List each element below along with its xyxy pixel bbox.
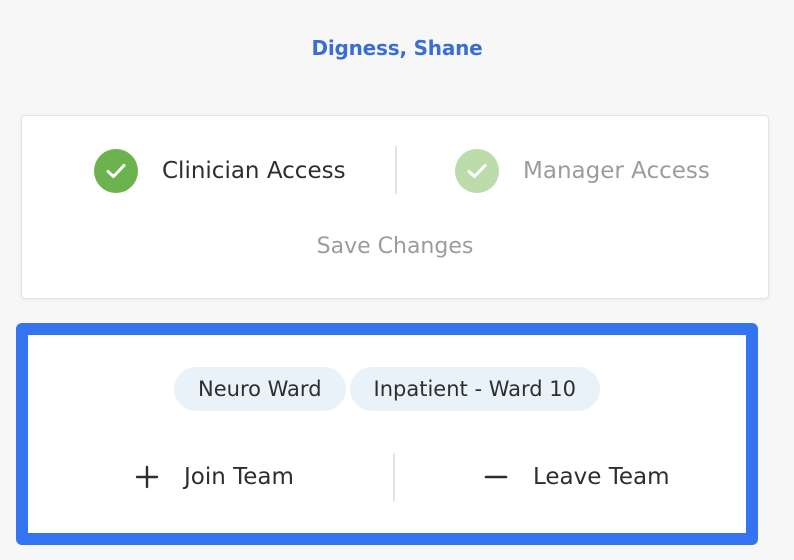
manager-access-toggle[interactable]: Manager Access — [455, 146, 710, 196]
join-team-button[interactable]: Join Team — [134, 452, 294, 502]
manager-check-icon[interactable] — [455, 149, 499, 193]
clinician-access-label: Clinician Access — [162, 158, 346, 184]
leave-team-button[interactable]: Leave Team — [483, 452, 670, 502]
team-actions-row: Join Team Leave Team — [28, 452, 746, 502]
page: Digness, Shane Clinician Access Manager — [0, 0, 794, 560]
plus-icon — [134, 464, 160, 490]
minus-icon — [483, 464, 509, 490]
access-divider — [395, 146, 397, 194]
access-options-row: Clinician Access Manager Access — [22, 146, 768, 196]
join-team-label: Join Team — [184, 464, 294, 490]
user-name-link[interactable]: Digness, Shane — [0, 36, 794, 60]
manager-access-label: Manager Access — [523, 158, 710, 184]
save-changes-button[interactable]: Save Changes — [22, 234, 768, 259]
team-tag-inpatient-ward-10[interactable]: Inpatient - Ward 10 — [349, 367, 600, 411]
leave-team-label: Leave Team — [533, 464, 670, 490]
clinician-check-icon[interactable] — [94, 149, 138, 193]
clinician-access-toggle[interactable]: Clinician Access — [94, 146, 346, 196]
team-tags: Neuro Ward Inpatient - Ward 10 — [28, 367, 746, 411]
access-card: Clinician Access Manager Access Save Cha… — [21, 115, 769, 299]
team-actions-divider — [393, 453, 395, 501]
team-card: Neuro Ward Inpatient - Ward 10 Join Team — [16, 323, 758, 545]
team-tag-neuro-ward[interactable]: Neuro Ward — [174, 367, 346, 411]
